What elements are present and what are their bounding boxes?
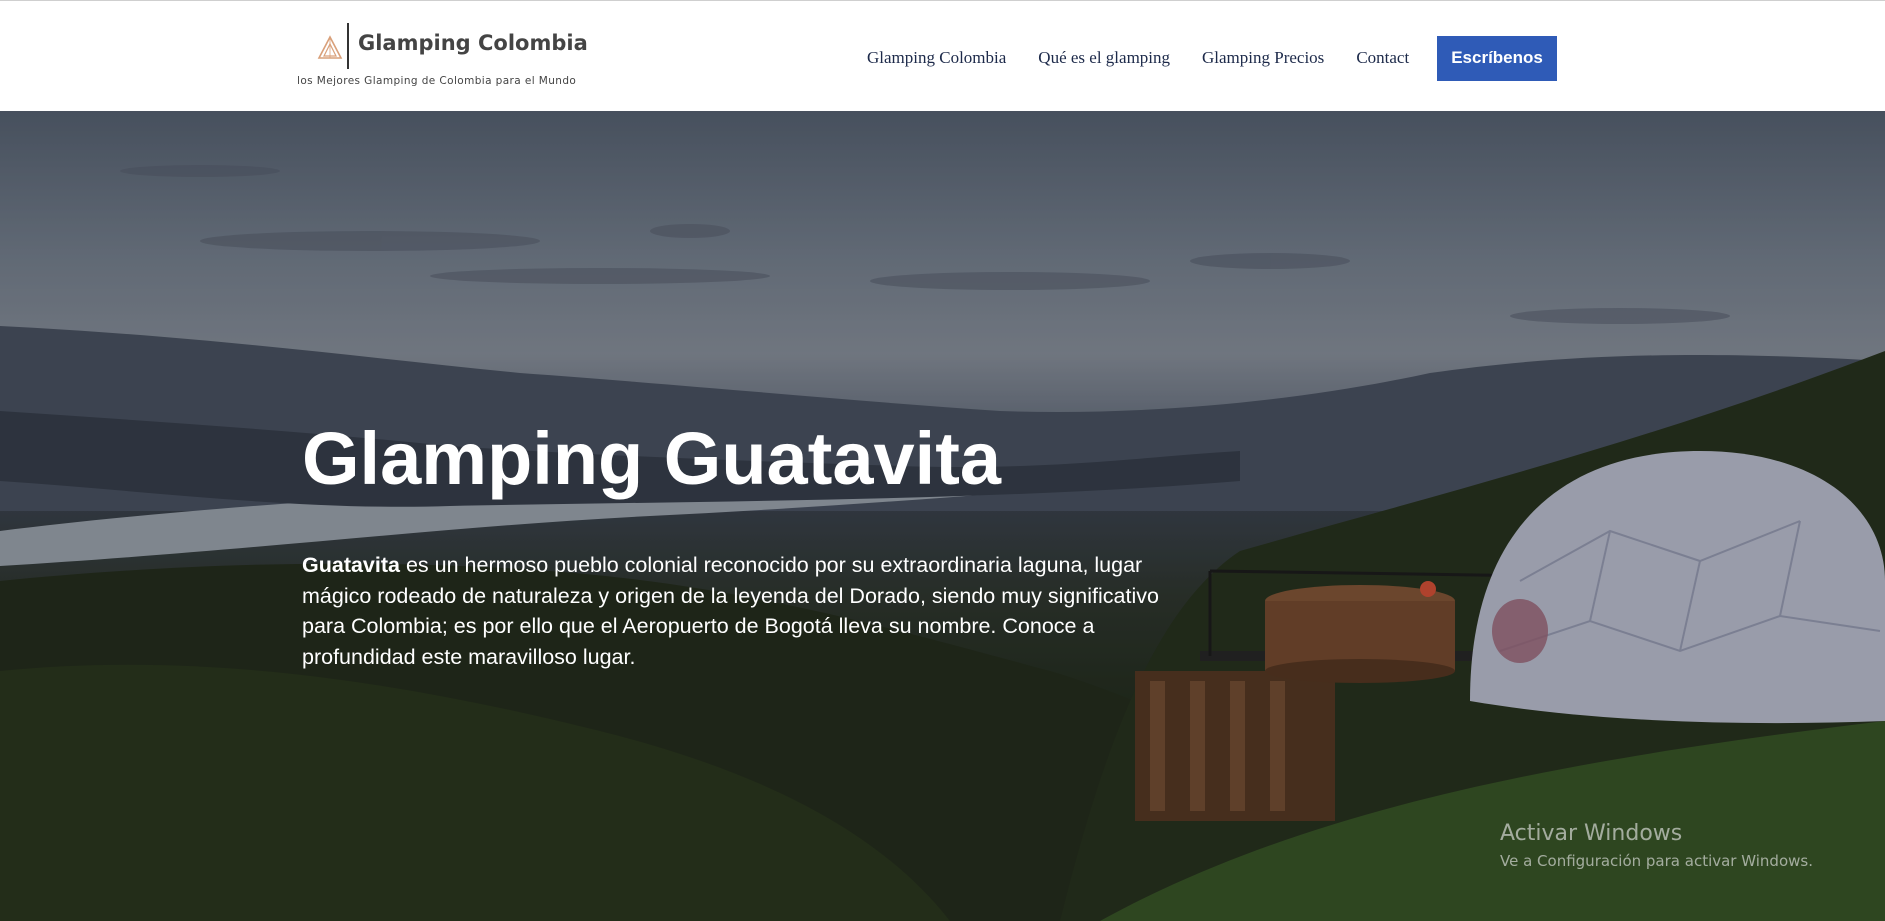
watermark-subtitle: Ve a Configuración para activar Windows. [1500, 852, 1813, 870]
nav-glamping-colombia[interactable]: Glamping Colombia [867, 48, 1006, 68]
site-header: Glamping Colombia los Mejores Glamping d… [0, 0, 1885, 111]
escribenos-button[interactable]: Escríbenos [1437, 35, 1557, 81]
nav-glamping-precios[interactable]: Glamping Precios [1202, 48, 1324, 68]
hero-overlay [0, 111, 1885, 921]
main-nav: Glamping Colombia Qué es el glamping Gla… [867, 35, 1557, 81]
windows-activation-watermark: Activar Windows Ve a Configuración para … [1500, 821, 1813, 870]
watermark-title: Activar Windows [1500, 821, 1683, 846]
brand-tagline: los Mejores Glamping de Colombia para el… [297, 75, 577, 87]
hero-title: Glamping Guatavita [302, 417, 1002, 500]
hero-intro-bold: Guatavita [302, 553, 400, 577]
hero-section: Glamping Guatavita Guatavita es un hermo… [0, 111, 1885, 921]
logo[interactable]: Glamping Colombia los Mejores Glamping d… [297, 23, 617, 93]
tent-triangle-icon [317, 35, 343, 59]
nav-que-es-el-glamping[interactable]: Qué es el glamping [1038, 48, 1170, 68]
logo-divider [347, 23, 349, 69]
nav-contact[interactable]: Contact [1356, 48, 1409, 68]
hero-intro: Guatavita es un hermoso pueblo colonial … [302, 550, 1202, 672]
hero-intro-text: es un hermoso pueblo colonial reconocido… [302, 553, 1159, 669]
brand-name: Glamping Colombia [358, 31, 588, 55]
